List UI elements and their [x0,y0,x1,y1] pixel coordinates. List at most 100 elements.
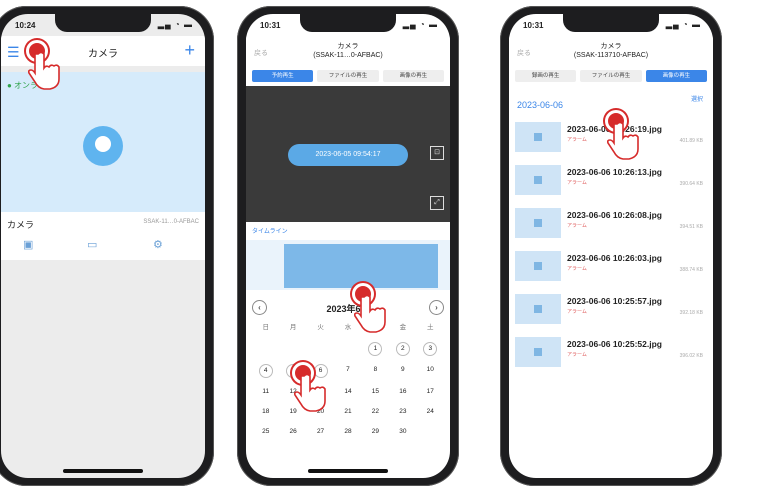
title-line2: (SSAK-11…0-AFBAC) [313,52,383,59]
tab-image[interactable]: 画像の再生 [645,70,707,82]
file-name: 2023-06-06 10:26:08.jpg [567,210,662,220]
hand-pointer-icon [354,294,386,333]
calendar-day[interactable]: 7 [334,364,361,376]
list-item[interactable]: 2023-06-06 10:26:08.jpg アラーム 394.51 KB [515,206,707,244]
tab-image[interactable]: 画像の再生 [382,70,444,82]
calendar-day[interactable]: 29 [362,426,389,438]
playback-tabs: 予約再生 ファイルの再生 画像の再生 [252,70,444,82]
fullscreen-icon[interactable]: ⤢ [430,196,444,210]
camera-info-bar: カメラ SSAK-11…0-AFBAC ▣ ▭ ⚙ [1,212,205,260]
phone-image-list: 10:31 ▂▄ ◔ ▬ 戻る カメラ (SSAK-113710-AFBAC) … [500,6,722,486]
playback-icon[interactable]: ▣ [23,238,33,251]
month-label: 2023年6月 [326,304,370,314]
file-size: 401.89 KB [679,138,703,144]
home-indicator [63,469,143,473]
screen: 10:31 ▂▄ ◔ ▬ 戻る カメラ (SSAK-11…0-AFBAC) 予約… [246,14,450,478]
status-time: 10:31 [523,21,544,30]
list-item[interactable]: 2023-06-06 10:25:57.jpg アラーム 392.18 KB [515,292,707,330]
settings-icon[interactable]: ⚙ [153,238,163,251]
phone-playback-calendar: 10:31 ▂▄ ◔ ▬ 戻る カメラ (SSAK-11…0-AFBAC) 予約… [237,6,459,486]
tab-file[interactable]: ファイルの再生 [580,70,642,82]
weekday-label: 日 [262,324,269,331]
file-name: 2023-06-06 10:26:03.jpg [567,253,662,263]
file-name: 2023-06-06 10:26:13.jpg [567,167,662,177]
calendar-day[interactable]: 14 [334,386,361,398]
hand-pointer-icon [294,373,326,412]
folder-icon[interactable]: ▭ [87,238,97,251]
snapshot-icon[interactable]: ⊡ [430,146,444,160]
list-item[interactable]: 2023-06-06 10:26:03.jpg アラーム 388.74 KB [515,249,707,287]
calendar-day[interactable]: 16 [389,386,416,398]
app-header: 戻る カメラ (SSAK-11…0-AFBAC) [246,36,450,70]
status-time: 10:31 [260,21,281,30]
image-thumbnail [515,251,561,281]
calendar-day[interactable]: 10 [417,364,444,376]
calendar-day[interactable]: 23 [389,406,416,418]
title-line1: カメラ [600,43,622,50]
calendar-day[interactable]: 27 [307,426,334,438]
tab-recording[interactable]: 予約再生 [252,70,314,82]
calendar-day[interactable]: 17 [417,386,444,398]
image-thumbnail [515,208,561,238]
calendar-day[interactable]: 4 [258,364,273,378]
calendar-day[interactable]: 1 [368,342,383,356]
list-item[interactable]: 2023-06-06 10:26:13.jpg アラーム 390.64 KB [515,163,707,201]
notch [55,14,151,32]
calendar-grid: 日 月 火 水 木 金 土 1 2 3 4 5 6 7 8 9 10 11 12… [252,322,444,438]
image-thumbnail [515,294,561,324]
calendar-day[interactable]: 11 [252,386,279,398]
list-item[interactable]: 2023-06-06 10:25:52.jpg アラーム 396.02 KB [515,335,707,373]
calendar-day[interactable]: 22 [362,406,389,418]
screen: 10:31 ▂▄ ◔ ▬ 戻る カメラ (SSAK-113710-AFBAC) … [509,14,713,478]
calendar-day[interactable]: 24 [417,406,444,418]
calendar-day[interactable]: 15 [362,386,389,398]
calendar-day[interactable]: 25 [252,426,279,438]
calendar-day[interactable]: 18 [252,406,279,418]
calendar-day[interactable]: 2 [395,342,410,356]
recording-block[interactable] [284,244,438,288]
calendar-day[interactable]: 3 [423,342,438,356]
image-thumbnail [515,165,561,195]
file-size: 394.51 KB [679,224,703,230]
status-time: 10:24 [15,21,36,30]
hand-pointer-icon [28,51,60,90]
title-line1: カメラ [337,43,359,50]
calendar-day[interactable]: 26 [279,426,306,438]
playback-tabs: 録画の再生 ファイルの再生 画像の再生 [515,70,707,82]
app-header: 戻る カメラ (SSAK-113710-AFBAC) [509,36,713,70]
calendar-day[interactable]: 30 [389,426,416,438]
device-serial: SSAK-11…0-AFBAC [143,219,199,225]
calendar-day[interactable]: 9 [389,364,416,376]
calendar-day[interactable]: 28 [334,426,361,438]
weekday-label: 火 [317,324,324,331]
calendar-day[interactable]: 21 [334,406,361,418]
signal-wifi-battery-icon: ▂▄ ◔ ▬ [665,20,701,29]
timeline[interactable] [246,240,450,290]
file-size: 392.18 KB [679,310,703,316]
image-thumbnail [515,337,561,367]
file-tag: アラーム [567,352,587,358]
calendar-header: ‹ 2023年6月 › [252,300,444,316]
tab-recording[interactable]: 録画の再生 [515,70,577,82]
video-timestamp: 2023-06-05 09:54:17 [288,144,408,166]
weekday-label: 土 [427,324,434,331]
select-button[interactable]: 選択 [691,94,703,103]
hand-pointer-icon [607,121,639,160]
file-size: 388.74 KB [679,267,703,273]
file-size: 390.64 KB [679,181,703,187]
tab-file[interactable]: ファイルの再生 [317,70,379,82]
file-tag: アラーム [567,266,587,272]
video-player[interactable]: 2023-06-05 09:54:17 ⊡ ⤢ [246,86,450,222]
timeline-segment[interactable]: タイムライン [252,226,444,238]
calendar-day[interactable]: 8 [362,364,389,376]
weekday-label: 月 [289,324,297,331]
next-month-button[interactable]: › [429,300,444,315]
add-device-button[interactable]: + [184,40,195,61]
page-title: カメラ (SSAK-11…0-AFBAC) [246,42,450,60]
camera-card[interactable]: ● オンライン [1,72,205,212]
image-thumbnail [515,122,561,152]
signal-wifi-battery-icon: ▂▄ ◔ ▬ [157,20,193,29]
file-tag: アラーム [567,180,587,186]
device-name: カメラ [7,220,35,230]
notch [563,14,659,32]
